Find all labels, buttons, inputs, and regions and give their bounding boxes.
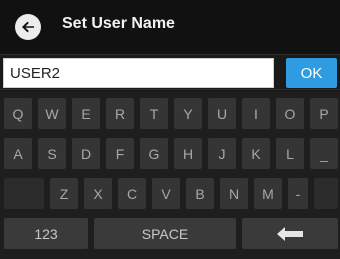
key-blank-left xyxy=(4,178,44,209)
key-y[interactable]: Y xyxy=(174,98,202,129)
key-v[interactable]: V xyxy=(152,178,180,209)
key-a[interactable]: A xyxy=(4,138,32,169)
header-bar: Set User Name xyxy=(0,0,340,54)
key-s[interactable]: S xyxy=(38,138,66,169)
key-q[interactable]: Q xyxy=(4,98,32,129)
key-o[interactable]: O xyxy=(276,98,304,129)
key-j[interactable]: J xyxy=(208,138,236,169)
key-x[interactable]: X xyxy=(84,178,112,209)
page-title: Set User Name xyxy=(62,15,175,32)
key-f[interactable]: F xyxy=(106,138,134,169)
key-z[interactable]: Z xyxy=(50,178,78,209)
ok-button[interactable]: OK xyxy=(286,58,337,88)
key-u[interactable]: U xyxy=(208,98,236,129)
key-m[interactable]: M xyxy=(254,178,282,209)
numbers-key[interactable]: 123 xyxy=(4,218,88,249)
key-l[interactable]: L xyxy=(276,138,304,169)
key-e[interactable]: E xyxy=(72,98,100,129)
key-underscore[interactable]: _ xyxy=(310,138,338,169)
on-screen-keyboard: Q W E R T Y U I O P A S D F G H J K L _ … xyxy=(0,92,340,259)
key-c[interactable]: C xyxy=(118,178,146,209)
key-d[interactable]: D xyxy=(72,138,100,169)
key-t[interactable]: T xyxy=(140,98,168,129)
key-hyphen[interactable]: - xyxy=(288,178,308,209)
arrow-left-circle-icon xyxy=(22,21,34,33)
key-blank-right xyxy=(314,178,338,209)
backspace-arrow-icon xyxy=(277,226,303,241)
key-n[interactable]: N xyxy=(220,178,248,209)
key-i[interactable]: I xyxy=(242,98,270,129)
key-h[interactable]: H xyxy=(174,138,202,169)
back-button[interactable] xyxy=(15,14,41,40)
key-b[interactable]: B xyxy=(186,178,214,209)
key-w[interactable]: W xyxy=(38,98,66,129)
key-g[interactable]: G xyxy=(140,138,168,169)
backspace-key[interactable] xyxy=(242,218,338,249)
key-p[interactable]: P xyxy=(310,98,338,129)
user-name-input[interactable]: USER2 xyxy=(3,58,274,88)
space-key[interactable]: SPACE xyxy=(94,218,236,249)
key-r[interactable]: R xyxy=(106,98,134,129)
key-k[interactable]: K xyxy=(242,138,270,169)
input-row: USER2 OK xyxy=(0,54,340,90)
